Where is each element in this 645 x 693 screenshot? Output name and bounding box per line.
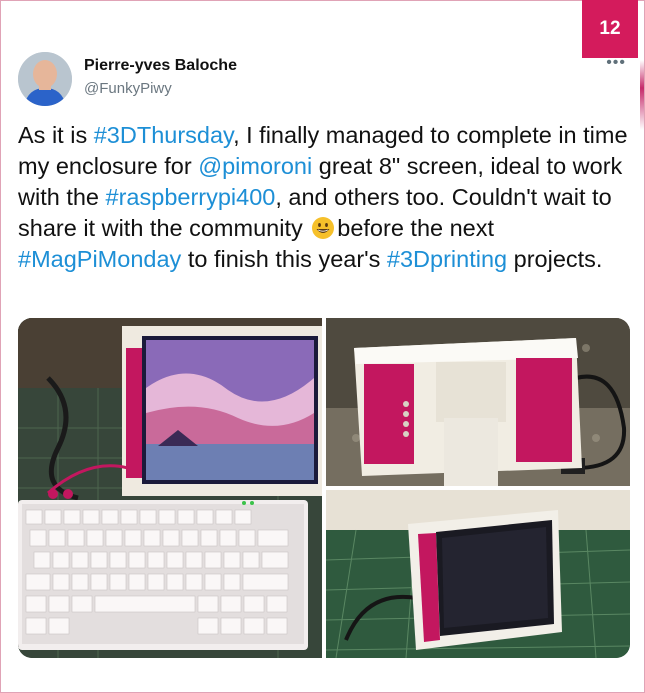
media-grid [18, 318, 630, 658]
author-handle[interactable]: @FunkyPiwy [84, 80, 172, 97]
tweet-text-segment: As it is [18, 122, 94, 148]
page-number-badge: 12 [582, 0, 638, 58]
hashtag-3dprinting[interactable]: #3Dprinting [387, 246, 507, 272]
tweet-text-segment: projects. [507, 246, 603, 272]
page-edge-strip [640, 60, 644, 130]
author-name[interactable]: Pierre-yves Baloche [84, 57, 237, 75]
hashtag-3dthursday[interactable]: #3DThursday [94, 122, 233, 148]
hashtag-magpimonday[interactable]: #MagPiMonday [18, 246, 181, 272]
tweet-text-segment: to finish this year's [181, 246, 387, 272]
photo-enclosure-angled[interactable] [326, 490, 630, 658]
tweet-text-segment: before the next [337, 215, 495, 241]
mention-pimoroni[interactable]: @pimoroni [198, 153, 312, 179]
tweet-text: As it is #3DThursday, I finally managed … [18, 120, 630, 275]
grinning-face-emoji-icon [312, 217, 335, 239]
tweet-card: 12 Pierre-yves Baloche @FunkyPiwy ••• As… [0, 0, 645, 693]
page-number: 12 [599, 18, 621, 39]
photo-screen-with-keyboard[interactable] [18, 318, 322, 658]
photo-enclosure-rear[interactable] [326, 318, 630, 486]
hashtag-raspberrypi400[interactable]: #raspberrypi400 [106, 184, 276, 210]
ellipsis-icon[interactable]: ••• [606, 54, 626, 72]
avatar[interactable] [18, 52, 72, 106]
